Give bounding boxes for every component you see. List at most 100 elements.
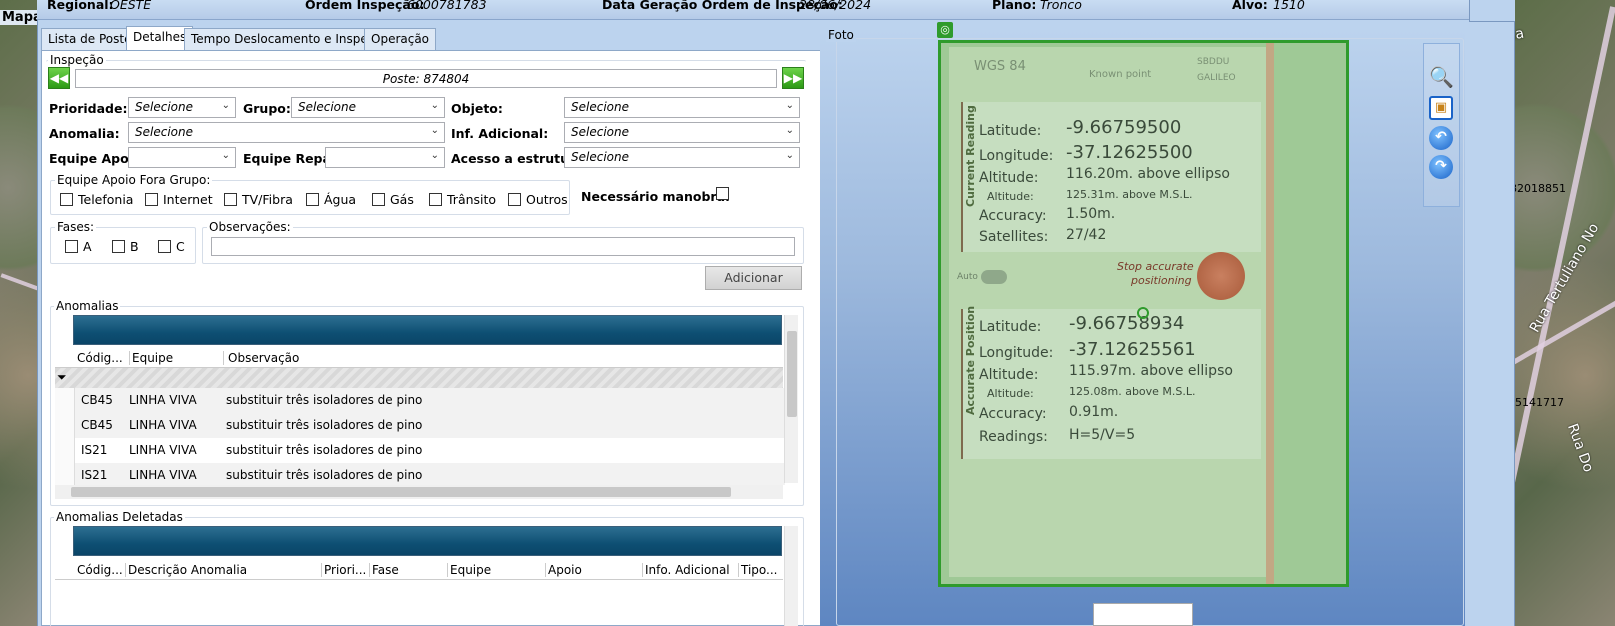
fase-a-checkbox[interactable]	[65, 240, 78, 253]
cell-codigo: IS21	[81, 443, 108, 457]
adicionar-button[interactable]: Adicionar	[705, 266, 802, 290]
next-pole-button[interactable]: ▶▶	[782, 67, 804, 89]
agua-checkbox[interactable]	[306, 193, 319, 206]
apoio-fora-title: Equipe Apoio Fora Grupo:	[55, 173, 213, 187]
accurate-position-label: Accurate Position	[964, 305, 977, 415]
col-info-adicional[interactable]: Info. Adicional	[642, 563, 730, 577]
acc-alt2-value: 125.08m. above M.S.L.	[1069, 385, 1196, 398]
fase-b-checkbox[interactable]	[112, 240, 125, 253]
col-fase[interactable]: Fase	[369, 563, 399, 577]
cur-sat-value: 27/42	[1066, 227, 1107, 243]
col-observacao[interactable]: Observação	[223, 351, 299, 365]
col-prioridade[interactable]: Priori...	[321, 563, 366, 577]
chip-label: GALILEO	[1197, 73, 1236, 83]
chip-label: SBDDU	[1197, 57, 1230, 67]
equipe-reparo-select[interactable]: ⌄	[325, 147, 445, 168]
zoom-icon[interactable]: 🔍	[1429, 66, 1454, 90]
rotate-left-icon[interactable]: ↶	[1429, 126, 1453, 150]
ordem-value: 6000781783	[407, 0, 487, 12]
inf-adicional-select[interactable]: Selecione ⌄	[564, 122, 800, 143]
telefonia-checkbox[interactable]	[60, 193, 73, 206]
prioridade-select[interactable]: Selecione ⌄	[128, 97, 236, 118]
anomalias-rows: CB45 LINHA VIVA substituir três isolador…	[55, 388, 785, 488]
filter-icon[interactable]: ⏷	[57, 370, 67, 385]
anomalias-column-header: Códig... Equipe Observação	[55, 348, 783, 368]
photo-marker-icon[interactable]: ◎	[937, 22, 953, 38]
col-equipe[interactable]: Equipe	[129, 351, 173, 365]
telefonia-label: Telefonia	[78, 192, 134, 207]
gas-checkbox[interactable]	[372, 193, 385, 206]
col-codigo[interactable]: Códig...	[77, 563, 123, 577]
plano-label: Plano:	[992, 0, 1037, 12]
col-codigo[interactable]: Códig...	[77, 351, 123, 365]
anomalia-select[interactable]: Selecione ⌄	[128, 122, 445, 143]
fases-title: Fases:	[55, 220, 97, 234]
deletadas-vertical-scrollbar[interactable]	[784, 526, 798, 626]
previous-pole-button[interactable]: ◀◀	[48, 67, 70, 89]
internet-checkbox[interactable]	[145, 193, 158, 206]
anomalia-value: Selecione	[135, 125, 193, 139]
objeto-label: Objeto:	[451, 101, 503, 116]
crosshair-icon	[1197, 252, 1245, 300]
scroll-thumb[interactable]	[787, 331, 797, 417]
table-row[interactable]: CB45 LINHA VIVA substituir três isolador…	[55, 388, 785, 413]
observacoes-input[interactable]	[211, 237, 795, 256]
grupo-select[interactable]: Selecione ⌄	[291, 97, 445, 118]
regional-label: Regional:	[47, 0, 114, 12]
deletadas-title: Anomalias Deletadas	[54, 510, 185, 524]
rotate-right-icon[interactable]: ↷	[1429, 155, 1453, 179]
col-tipo[interactable]: Tipo...	[738, 563, 778, 577]
scroll-thumb[interactable]	[71, 487, 731, 497]
col-apoio[interactable]: Apoio	[545, 563, 582, 577]
cell-equipe: LINHA VIVA	[129, 393, 197, 407]
outros-checkbox[interactable]	[508, 193, 521, 206]
grupo-value: Selecione	[298, 100, 356, 114]
col-equipe[interactable]: Equipe	[447, 563, 491, 577]
equipe-apoio-select[interactable]: ⌄	[128, 147, 236, 168]
tv-fibra-checkbox[interactable]	[224, 193, 237, 206]
center-marker-icon	[1137, 307, 1149, 319]
phone-edge	[1266, 43, 1274, 584]
table-row[interactable]: IS21 LINHA VIVA substituir três isolador…	[55, 463, 785, 485]
internet-label: Internet	[163, 192, 213, 207]
foto-title: Foto	[826, 28, 856, 42]
inspecao-title: Inspeção	[48, 53, 106, 67]
acc-read-value: H=5/V=5	[1069, 427, 1136, 443]
anomalias-horizontal-scrollbar[interactable]	[55, 485, 783, 499]
deletadas-column-header: Códig... Descrição Anomalia Priori... Fa…	[55, 560, 783, 580]
chevron-down-icon: ⌄	[785, 125, 794, 136]
necessario-manobra-label: Necessário manobra:	[581, 189, 731, 204]
necessario-manobra-checkbox[interactable]	[716, 187, 729, 200]
acc-alt2-label: Altitude:	[987, 387, 1034, 400]
table-row[interactable]: CB45 LINHA VIVA substituir três isolador…	[55, 413, 785, 438]
chevron-down-icon: ⌄	[430, 150, 439, 161]
anomalias-vertical-scrollbar[interactable]	[784, 315, 798, 483]
known-point-label: Known point	[1089, 69, 1152, 80]
transito-checkbox[interactable]	[429, 193, 442, 206]
photo-caption-box[interactable]	[1093, 603, 1193, 626]
fit-extent-icon[interactable]: ▣	[1429, 96, 1453, 120]
auto-label: Auto	[957, 272, 978, 282]
cell-codigo: CB45	[81, 393, 113, 407]
acc-read-label: Readings:	[979, 429, 1048, 445]
map-background-right[interactable]: 82018851 5141717 Rua Tertuliano No Rua D…	[1479, 0, 1615, 626]
anomalia-label: Anomalia:	[49, 126, 120, 141]
map-background-left[interactable]: Mapa	[0, 0, 44, 626]
cur-lon-label: Longitude:	[979, 148, 1054, 164]
acc-alt-value: 115.97m. above ellipso	[1069, 363, 1233, 379]
chevron-down-icon: ⌄	[221, 100, 230, 111]
plano-value: Tronco	[1040, 0, 1082, 12]
objeto-select[interactable]: Selecione ⌄	[564, 97, 800, 118]
col-descricao[interactable]: Descrição Anomalia	[125, 563, 247, 577]
acesso-estrutura-select[interactable]: Selecione ⌄	[564, 147, 800, 168]
poste-field[interactable]: Poste: 874804	[75, 69, 777, 88]
tab-operacao[interactable]: Operação	[364, 28, 437, 50]
acc-acc-value: 0.91m.	[1069, 404, 1119, 420]
filter-row[interactable]: ⏷	[55, 368, 783, 388]
table-row[interactable]: IS21 LINHA VIVA substituir três isolador…	[55, 438, 785, 463]
map-pole-label: 5141717	[1515, 396, 1564, 409]
alvo-label: Alvo:	[1232, 0, 1268, 12]
acc-lon-value: -37.12625561	[1069, 339, 1196, 360]
acc-lat-value: -9.66758934	[1069, 313, 1185, 334]
fase-c-checkbox[interactable]	[158, 240, 171, 253]
